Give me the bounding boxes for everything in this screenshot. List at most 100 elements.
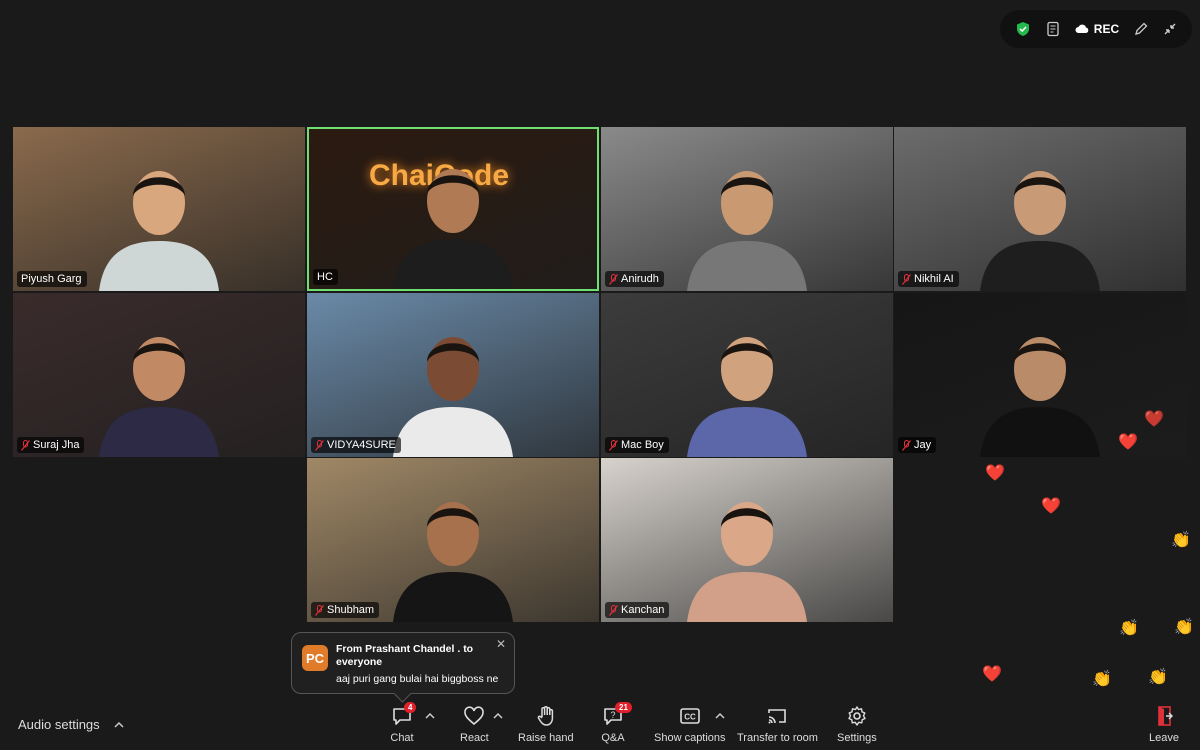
heart-reaction: ❤️ [1041,498,1061,515]
participant-name: VIDYA4SURE [327,439,396,451]
participant-silhouette [687,337,807,457]
participant-silhouette [99,171,219,291]
participant-silhouette [99,337,219,457]
settings-label: Settings [837,732,877,744]
audio-settings-button[interactable]: Audio settings [18,717,124,732]
gear-icon [848,706,866,726]
muted-mic-icon [902,273,911,285]
chat-notification[interactable]: PC From Prashant Chandel . to everyone a… [291,632,515,694]
participant-name-label: HC [313,269,338,285]
participant-tile[interactable]: Mac Boy [601,293,893,457]
participant-tile[interactable]: VIDYA4SURE [307,293,599,457]
chevron-up-icon[interactable] [425,712,435,720]
muted-mic-icon [315,604,324,616]
raise-hand-label: Raise hand [518,732,574,744]
chat-message-text: aaj puri gang bulai hai biggboss ne [336,673,499,685]
participant-name: HC [317,271,333,283]
transfer-to-room-button[interactable]: Transfer to room [737,704,818,744]
meeting-status-bar: REC [1000,10,1192,48]
participant-name-label: Piyush Garg [17,271,87,287]
hand-icon [537,706,553,726]
chat-label: Chat [390,732,414,744]
participant-tile[interactable]: Shubham [307,458,599,622]
muted-mic-icon [21,439,30,451]
participant-name-label: VIDYA4SURE [311,437,401,453]
participant-tile[interactable]: Suraj Jha [13,293,305,457]
participant-name-label: Kanchan [605,602,670,618]
participant-silhouette [393,169,513,289]
heart-reaction: ❤️ [985,465,1005,482]
cloud-recording-indicator[interactable]: REC [1075,22,1119,36]
meeting-toolbar: Audio settings 4 Chat React Raise hand ?… [0,700,1200,750]
chat-sender-text: From Prashant Chandel . to everyone [336,643,474,668]
participant-silhouette [687,502,807,622]
closed-captions-icon: CC [679,708,700,724]
participant-name-label: Anirudh [605,271,664,287]
participant-name-label: Mac Boy [605,437,669,453]
cast-icon [768,709,787,724]
qa-button[interactable]: ? 21 Q&A [601,702,632,744]
cloud-icon [1075,24,1089,33]
notes-icon[interactable] [1045,21,1061,37]
svg-text:?: ? [610,710,615,720]
participant-name: Piyush Garg [21,273,82,285]
chat-badge: 4 [404,702,417,713]
leave-label: Leave [1149,732,1179,744]
participant-name: Mac Boy [621,439,664,451]
qa-badge: 21 [615,702,632,713]
participant-name: Anirudh [621,273,659,285]
rec-label: REC [1093,22,1120,36]
close-icon[interactable]: ✕ [496,637,506,651]
clap-reaction: 👏 [1119,620,1139,637]
participant-silhouette [980,171,1100,291]
participant-name-label: Suraj Jha [17,437,85,453]
participant-name-label: Jay [898,437,937,453]
participant-tile[interactable]: Jay [894,293,1186,457]
chat-button[interactable]: 4 Chat [390,702,417,744]
participant-tile[interactable]: ChaiCodeHC [307,127,599,291]
show-captions-label: Show captions [654,732,726,744]
participant-tile[interactable]: Anirudh [601,127,893,291]
react-label: React [460,732,489,744]
chevron-up-icon[interactable] [493,712,503,720]
participant-silhouette [393,337,513,457]
participant-name: Suraj Jha [33,439,80,451]
heart-reaction: ❤️ [1118,434,1138,451]
clap-reaction: 👏 [1148,669,1168,686]
participant-tile[interactable]: Kanchan [601,458,893,622]
participant-tile[interactable]: Nikhil AI [894,127,1186,291]
clap-reaction: 👏 [1174,619,1194,636]
participant-name: Jay [914,439,932,451]
muted-mic-icon [315,439,324,451]
clap-reaction: 👏 [1171,532,1191,549]
transfer-to-room-label: Transfer to room [737,732,818,744]
muted-mic-icon [902,439,911,451]
settings-button[interactable]: Settings [837,704,877,744]
leave-door-icon [1158,706,1173,726]
show-captions-button[interactable]: CC Show captions [654,704,726,744]
react-button[interactable]: React [460,704,489,744]
participant-name: Nikhil AI [914,273,954,285]
annotate-pen-icon[interactable] [1133,21,1149,37]
heart-icon [464,706,485,726]
muted-mic-icon [609,273,618,285]
participant-name: Shubham [327,604,375,616]
chevron-up-icon [114,721,124,728]
raise-hand-button[interactable]: Raise hand [518,704,574,744]
participant-tile[interactable]: Piyush Garg [13,127,305,291]
chevron-up-icon[interactable] [715,712,725,720]
heart-reaction: ❤️ [982,666,1002,683]
participant-name-label: Shubham [311,602,380,618]
heart-reaction: ❤️ [1144,411,1164,428]
sender-avatar: PC [302,645,328,671]
participant-silhouette [687,171,807,291]
audio-settings-label: Audio settings [18,717,100,732]
clap-reaction: 👏 [1092,671,1112,688]
leave-button[interactable]: Leave [1149,704,1179,744]
muted-mic-icon [609,604,618,616]
encryption-shield-icon[interactable] [1015,21,1031,37]
minimize-icon[interactable] [1163,22,1177,36]
participant-name: Kanchan [621,604,665,616]
participant-silhouette [980,337,1100,457]
captions-icon-text: CC [684,713,696,722]
